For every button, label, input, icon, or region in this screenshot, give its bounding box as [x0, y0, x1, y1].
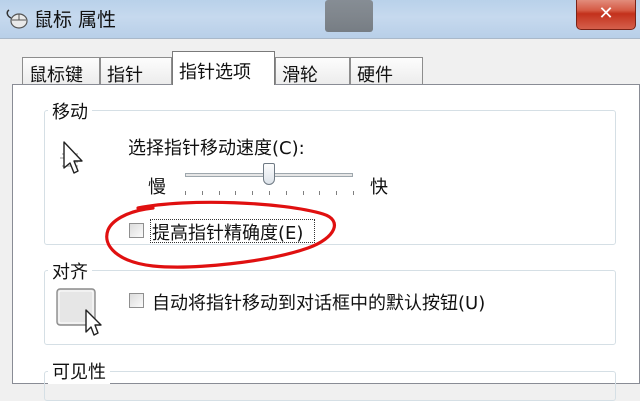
speed-slider-tick [218, 191, 220, 195]
snap-checkbox[interactable] [129, 293, 144, 308]
speed-slider-tick [336, 191, 338, 195]
speed-slider-tick [302, 191, 304, 195]
snap-label[interactable]: 自动将指针移动到对话框中的默认按钮(U) [152, 289, 485, 315]
motion-group-label: 移动 [48, 98, 92, 124]
speed-slider-tick [269, 191, 270, 195]
speed-slider-tick [319, 191, 321, 195]
visibility-group-label: 可见性 [48, 358, 110, 384]
window-title: 鼠标 属性 [34, 9, 117, 31]
speed-slider-thumb[interactable] [263, 163, 275, 185]
close-button[interactable]: ✕ [576, 0, 636, 30]
speed-label: 选择指针移动速度(C): [128, 138, 305, 159]
speed-slider-tick [185, 191, 186, 195]
tab-wheel[interactable]: 滑轮 [275, 57, 350, 86]
precision-focus-rect [150, 219, 315, 243]
snap-to-button-icon [56, 288, 108, 342]
tab-pointer-options[interactable]: 指针选项 [172, 51, 275, 85]
slow-label: 慢 [148, 177, 166, 198]
speed-slider-tick [252, 191, 254, 195]
speed-slider-tick [285, 191, 287, 195]
mouse-icon [4, 8, 30, 30]
snap-group-label: 对齐 [48, 258, 92, 284]
visibility-group [44, 371, 616, 401]
title-bar[interactable]: 鼠标 属性 ✕ [0, 0, 640, 38]
fast-label: 快 [370, 177, 388, 198]
background-window-fragment [325, 0, 373, 32]
moving-pointer-icon [58, 138, 106, 182]
speed-slider-tick [201, 191, 203, 195]
precision-checkbox[interactable] [129, 223, 144, 238]
speed-slider-tick [235, 191, 237, 195]
tab-pointers[interactable]: 指针 [100, 57, 172, 86]
speed-slider-tick [353, 191, 354, 195]
tab-hardware[interactable]: 硬件 [350, 57, 423, 86]
tab-buttons[interactable]: 鼠标键 [22, 57, 100, 86]
